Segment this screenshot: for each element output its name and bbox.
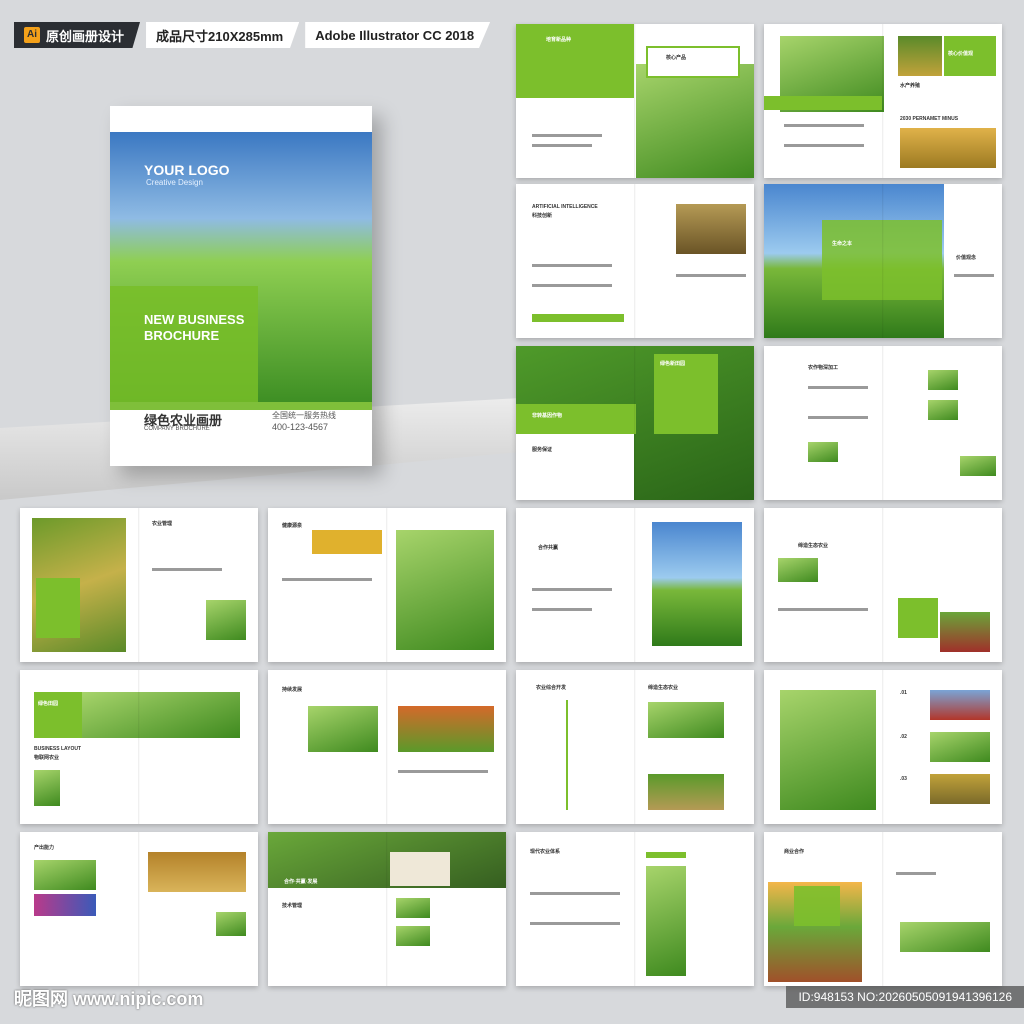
spread-2: 核心价值观 水产养殖 2030 PERNAMET MINUS [764, 24, 1002, 178]
spread-9: 合作共赢 [516, 508, 754, 662]
tag-original-label: 原创画册设计 [46, 28, 125, 44]
spread-12: 持续发展 [268, 670, 506, 824]
cover-hotline: 全国统一服务热线 [272, 411, 336, 420]
cover-title: NEW BUSINESS BROCHURE [144, 312, 245, 343]
spread-5: 非转基因作物 服务保证 绿色新田园 [516, 346, 754, 500]
spread-16: 合作·共赢·发展 技术管理 [268, 832, 506, 986]
spread-1: 培育新品种 核心产品 [516, 24, 754, 178]
cover-logo-sub: Creative Design [146, 178, 203, 187]
cover-green-box [110, 286, 258, 402]
spread-17: 现代农业体系 [516, 832, 754, 986]
spread-8: 健康源泉 [268, 508, 506, 662]
image-id-badge: ID:948153 NO:20260505091941396126 [786, 986, 1024, 1008]
spread-13: 农业综合开发 缔造生态农业 [516, 670, 754, 824]
spread-15: 产出能力 [20, 832, 258, 986]
tag-size: 成品尺寸210X285mm [146, 22, 300, 48]
spread-10: 缔造生态农业 [764, 508, 1002, 662]
brochure-cover: YOUR LOGO Creative Design NEW BUSINESS B… [110, 106, 372, 466]
cover-logo: YOUR LOGO [144, 162, 230, 178]
spread-14: .01 .02 .03 [764, 670, 1002, 824]
top-tag-bar: Ai 原创画册设计 成品尺寸210X285mm Adobe Illustrato… [14, 22, 491, 48]
spread-11: 绿色田园 BUSINESS LAYOUT 物联网农业 [20, 670, 258, 824]
spread-4: 生命之本 价值观念 [764, 184, 1002, 338]
spread-6: 农作物深加工 [764, 346, 1002, 500]
spread-18: 商业合作 [764, 832, 1002, 986]
spread-7: 农业管理 [20, 508, 258, 662]
cover-phone: 400-123-4567 [272, 422, 329, 432]
cover-green-band [110, 402, 372, 410]
tag-software: Adobe Illustrator CC 2018 [305, 22, 491, 48]
cover-cn-sub: COMPANY BROCHURE [144, 426, 210, 432]
tag-original-design: Ai 原创画册设计 [14, 22, 141, 48]
watermark: 昵图网 www.nipic.com [14, 989, 204, 1009]
spread-3: ARTIFICIAL INTELLIGENCE 科技创新 [516, 184, 754, 338]
illustrator-icon: Ai [24, 27, 40, 43]
